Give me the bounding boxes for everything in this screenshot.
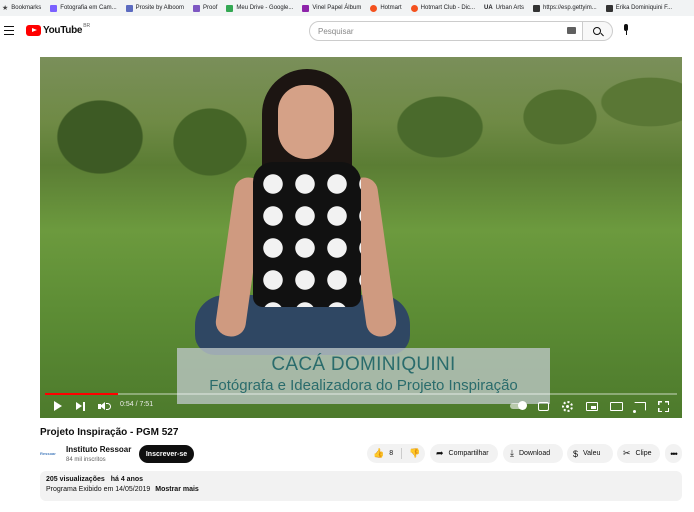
bookmark-hotmart[interactable]: Hotmart: [370, 4, 402, 12]
bookmark-proof[interactable]: Proof: [193, 4, 218, 12]
bookmark-label: Prosite by Alboom: [135, 5, 185, 11]
settings-icon[interactable]: [562, 401, 573, 412]
search-button[interactable]: [583, 21, 613, 41]
bookmark-drive[interactable]: Meu Drive - Google...: [226, 4, 294, 12]
play-icon[interactable]: [54, 401, 62, 411]
site-icon: [50, 4, 58, 12]
bookmark-label: Bookmarks: [11, 5, 42, 11]
video-subject: [195, 67, 415, 367]
star-icon: ★: [2, 5, 9, 12]
search-placeholder: Pesquisar: [318, 26, 354, 36]
description-box[interactable]: 205 visualizações há 4 anos Programa Exi…: [40, 471, 682, 501]
bookmark-urban-arts[interactable]: UA Urban Arts: [484, 5, 524, 11]
bookmark-label: Hotmart: [380, 5, 402, 11]
like-dislike-group: 👍 8 👎: [367, 444, 425, 463]
youtube-play-icon: [26, 25, 41, 36]
site-icon: [302, 4, 310, 12]
dislike-button[interactable]: 👎: [402, 448, 420, 459]
drive-icon: [226, 4, 234, 12]
share-button[interactable]: ➦ Compartilhar: [430, 444, 498, 463]
bookmark-fotografia[interactable]: Fotografia em Cam...: [50, 4, 117, 12]
bookmark-label: Proof: [203, 5, 218, 11]
autoplay-toggle[interactable]: [510, 401, 527, 410]
thanks-label: Valeu: [583, 450, 601, 457]
video-title: Projeto Inspiração - PGM 527: [40, 427, 179, 438]
thanks-icon: $: [573, 448, 579, 459]
thanks-button[interactable]: $ Valeu: [567, 444, 613, 463]
like-button[interactable]: 👍 8: [367, 448, 403, 459]
channel-logo-text: Ressoar: [40, 450, 56, 456]
bookmark-label: Vinel Papel Álbum: [312, 5, 362, 11]
site-icon: [193, 4, 201, 12]
download-label: Download: [518, 450, 551, 457]
description-text: Programa Exibido em 14/05/2019: [46, 486, 151, 493]
bookmarks-bar: ★ Bookmarks Fotografia em Cam... Prosite…: [0, 0, 694, 16]
upload-date: há 4 anos: [110, 476, 144, 483]
bookmark-label: Hotmart Club - Dic...: [420, 5, 475, 11]
site-icon: [125, 4, 133, 12]
bookmark-label: https://esp.gettyim...: [543, 5, 597, 11]
share-icon: ➦: [436, 448, 444, 458]
like-count: 8: [389, 450, 394, 457]
time-display: 0:54 / 7:51: [120, 401, 154, 408]
next-icon[interactable]: [76, 402, 86, 411]
search-input[interactable]: Pesquisar: [309, 21, 583, 41]
more-icon: •••: [670, 448, 678, 459]
logo-text: YouTube: [43, 25, 83, 36]
thumbs-up-icon: 👍: [373, 448, 385, 458]
ua-icon: UA: [484, 5, 493, 11]
view-count: 205 visualizações: [46, 476, 105, 483]
lower-third-role: Fotógrafa e Idealizadora do Projeto Insp…: [209, 377, 518, 394]
bookmark-erika[interactable]: Erika Dominiquini F...: [605, 4, 673, 12]
scissors-icon: ✂: [623, 448, 631, 458]
download-button[interactable]: ⤓ Download: [503, 444, 563, 463]
bookmark-prosite[interactable]: Prosite by Alboom: [125, 4, 185, 12]
bookmark-vinel[interactable]: Vinel Papel Álbum: [302, 4, 362, 12]
site-icon: [605, 4, 613, 12]
video-player[interactable]: CACÁ DOMINIQUINI Fotógrafa e Idealizador…: [40, 57, 682, 418]
bookmark-bookmarks[interactable]: ★ Bookmarks: [2, 4, 41, 12]
player-controls: 0:54 / 7:51: [40, 395, 682, 418]
share-label: Compartilhar: [448, 450, 489, 457]
keyboard-icon[interactable]: [567, 27, 576, 34]
channel-name[interactable]: Instituto Ressoar: [66, 445, 131, 454]
flame-icon: [410, 4, 418, 12]
subtitles-icon[interactable]: [538, 402, 549, 411]
channel-avatar[interactable]: Ressoar: [40, 446, 60, 460]
flame-icon: [370, 4, 378, 12]
theater-mode-icon[interactable]: [610, 402, 623, 411]
volume-icon[interactable]: [98, 402, 111, 411]
bookmark-label: Urban Arts: [495, 5, 525, 11]
bookmark-label: Meu Drive - Google...: [236, 5, 294, 11]
bookmark-label: Fotografia em Cam...: [60, 5, 117, 11]
clip-button[interactable]: ✂ Clipe: [617, 444, 660, 463]
search-icon: [593, 27, 601, 35]
youtube-logo[interactable]: YouTube BR: [26, 23, 91, 36]
subscribe-button[interactable]: Inscrever-se: [139, 445, 194, 463]
show-more-button[interactable]: Mostrar mais: [155, 486, 199, 493]
miniplayer-icon[interactable]: [586, 402, 598, 411]
bookmark-getty[interactable]: https://esp.gettyim...: [533, 4, 597, 12]
thumbs-down-icon: 👎: [409, 448, 421, 458]
cast-icon[interactable]: [633, 402, 646, 413]
menu-icon[interactable]: [4, 26, 14, 35]
clip-label: Clipe: [635, 450, 652, 457]
fullscreen-icon[interactable]: [658, 401, 669, 412]
download-icon: ⤓: [510, 448, 514, 458]
more-actions-button[interactable]: •••: [665, 444, 682, 463]
lower-third-name: CACÁ DOMINIQUINI: [271, 354, 456, 375]
country-code: BR: [83, 23, 91, 29]
subscriber-count: 84 mil inscritos: [66, 457, 106, 463]
bookmark-label: Erika Dominiquini F...: [615, 5, 673, 11]
bookmark-hotmart-club[interactable]: Hotmart Club - Dic...: [410, 4, 475, 12]
site-icon: [533, 4, 541, 12]
microphone-icon[interactable]: [622, 24, 630, 38]
